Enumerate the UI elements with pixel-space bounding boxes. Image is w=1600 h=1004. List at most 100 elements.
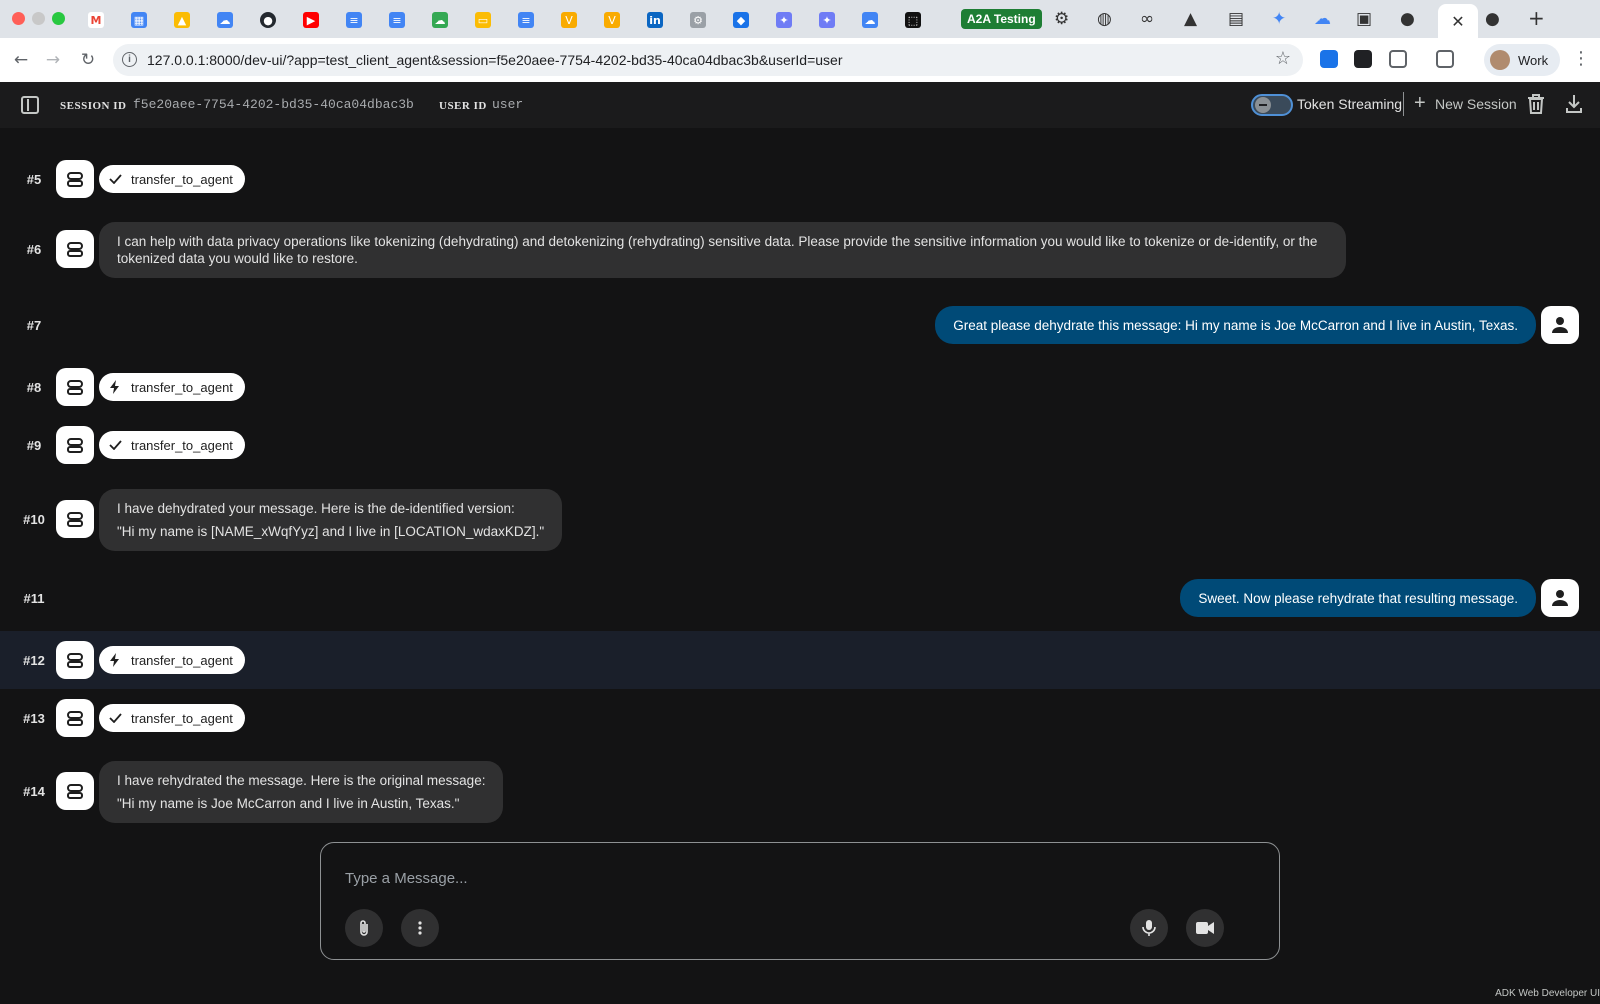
bot-icon — [67, 438, 83, 453]
agent-tab-icon[interactable]: ⚙ — [1054, 9, 1069, 29]
new-session-button[interactable]: New Session — [1435, 96, 1517, 112]
back-button[interactable]: ← — [9, 48, 33, 72]
bolt-icon — [108, 653, 122, 667]
github-tab-icon[interactable]: ● — [1485, 9, 1500, 29]
extension-md-icon[interactable] — [1354, 50, 1372, 68]
check-icon — [108, 172, 122, 186]
browser-toolbar: ← → ↻ i 127.0.0.1:8000/dev-ui/?app=test_… — [0, 38, 1600, 82]
store-tab-icon[interactable]: ▤ — [1228, 9, 1244, 29]
docs-tab-icon[interactable]: ≡ — [389, 12, 405, 28]
plus-icon[interactable]: + — [1414, 92, 1426, 115]
extension-gear-icon[interactable] — [1320, 50, 1338, 68]
new-tab-button[interactable]: + — [1528, 6, 1545, 30]
more-vert-icon — [418, 921, 422, 935]
chip-label: transfer_to_agent — [131, 652, 233, 668]
check-icon — [108, 711, 122, 725]
calendar-tab-icon[interactable]: ▦ — [131, 12, 147, 28]
globe-tab-icon[interactable]: ◍ — [1097, 9, 1112, 29]
function-call-chip[interactable]: transfer_to_agent — [99, 373, 245, 401]
slides-tab-icon[interactable]: ▭ — [475, 12, 491, 28]
bot-avatar — [56, 772, 94, 810]
cloud-tab-icon[interactable]: ☁ — [1314, 9, 1331, 29]
person-icon — [1552, 317, 1568, 333]
vertex-tab-icon[interactable]: V — [561, 12, 577, 28]
address-bar[interactable]: i 127.0.0.1:8000/dev-ui/?app=test_client… — [113, 44, 1303, 76]
bot-message-bubble: I have rehydrated the message. Here is t… — [99, 761, 504, 823]
video-button[interactable] — [1186, 909, 1224, 947]
terminal-tab-icon[interactable]: ⬚ — [905, 12, 921, 28]
function-call-chip[interactable]: transfer_to_agent — [99, 646, 245, 674]
agent-tab-icon[interactable]: ⚙ — [690, 12, 706, 28]
shield-tab-icon[interactable]: ◆ — [733, 12, 749, 28]
github-tab-icon[interactable]: ● — [260, 12, 276, 28]
cloud-tab-icon[interactable]: ☁ — [862, 12, 878, 28]
message-row: #10 I have dehydrated your message. Here… — [0, 488, 1600, 552]
tab-active-close[interactable]: ✕ — [1438, 4, 1478, 38]
bot-avatar — [56, 368, 94, 406]
microphone-button[interactable] — [1130, 909, 1168, 947]
bot-icon — [67, 784, 83, 799]
download-icon[interactable] — [1565, 94, 1583, 114]
message-row: #9 transfer_to_agent — [0, 424, 1600, 482]
more-options-button[interactable] — [401, 909, 439, 947]
window-close-button[interactable] — [12, 12, 25, 25]
cloud-tab-icon[interactable]: ☁ — [217, 12, 233, 28]
linkedin-tab-icon[interactable]: in — [647, 12, 663, 28]
message-number: #14 — [23, 784, 45, 799]
gemini-tab-icon[interactable]: ✦ — [1272, 9, 1286, 29]
message-row: #11 Sweet. Now please rehydrate that res… — [0, 576, 1600, 622]
profile-button[interactable]: Work — [1484, 44, 1560, 76]
app-header: SESSION ID f5e20aee-7754-4202-bd35-40ca0… — [0, 82, 1600, 128]
bot-message-bubble: I can help with data privacy operations … — [99, 222, 1346, 278]
sidebar-toggle-icon[interactable] — [21, 96, 39, 114]
delete-icon[interactable] — [1527, 94, 1545, 114]
token-streaming-toggle[interactable] — [1251, 94, 1293, 116]
user-avatar — [1541, 579, 1579, 617]
tab-a2a-testing[interactable]: A2A Testing — [961, 9, 1042, 29]
window-maximize-button[interactable] — [52, 12, 65, 25]
message-input[interactable] — [345, 867, 1045, 889]
reload-button[interactable]: ↻ — [76, 48, 100, 72]
tab-favicons: M ▦ ▲ ☁ ● ▶ ≡ ≡ ☁ ▭ ≡ V V in ⚙ ◆ ✦ ✦ ☁ ⬚ — [88, 9, 948, 31]
function-response-chip[interactable]: transfer_to_agent — [99, 704, 245, 732]
paperclip-icon — [360, 920, 368, 936]
attach-button[interactable] — [345, 909, 383, 947]
bolt-icon — [108, 380, 122, 394]
forward-button[interactable]: → — [41, 48, 65, 72]
drive-tab-icon[interactable]: ▲ — [174, 12, 190, 28]
s-tab-icon[interactable]: ▣ — [1356, 9, 1372, 29]
message-number: #8 — [26, 380, 42, 395]
chip-label: transfer_to_agent — [131, 171, 233, 187]
glasses-tab-icon[interactable]: ∞ — [1140, 9, 1154, 29]
docs-tab-icon[interactable]: ≡ — [518, 12, 534, 28]
github-tab-icon[interactable]: ● — [1400, 9, 1415, 29]
triangle-tab-icon[interactable]: ▲ — [1184, 9, 1197, 29]
message-line: I can help with data privacy operations … — [117, 234, 1318, 249]
agent-tab-icon[interactable]: ✦ — [776, 12, 792, 28]
bot-icon — [67, 242, 83, 257]
cloud-tab-icon[interactable]: ☁ — [432, 12, 448, 28]
window-minimize-button[interactable] — [32, 12, 45, 25]
chip-label: transfer_to_agent — [131, 437, 233, 453]
site-info-icon[interactable]: i — [122, 52, 137, 67]
docs-tab-icon[interactable]: ≡ — [346, 12, 362, 28]
bookmark-star-icon[interactable]: ☆ — [1275, 48, 1291, 69]
vertex-tab-icon[interactable]: V — [604, 12, 620, 28]
message-row-selected[interactable]: #12 transfer_to_agent — [0, 631, 1600, 689]
function-response-chip[interactable]: transfer_to_agent — [99, 431, 245, 459]
gmail-tab-icon[interactable]: M — [88, 12, 104, 28]
tab-search-icon[interactable] — [1436, 50, 1454, 68]
chip-label: transfer_to_agent — [131, 710, 233, 726]
url-text[interactable]: 127.0.0.1:8000/dev-ui/?app=test_client_a… — [147, 52, 842, 68]
agent-tab-icon[interactable]: ✦ — [819, 12, 835, 28]
session-id-value: f5e20aee-7754-4202-bd35-40ca04dbac3b — [133, 97, 414, 112]
message-number: #7 — [26, 318, 42, 333]
message-row: #6 I can help with data privacy operatio… — [0, 220, 1600, 280]
bot-avatar — [56, 160, 94, 198]
session-id-label: SESSION ID — [60, 100, 127, 112]
function-response-chip[interactable]: transfer_to_agent — [99, 165, 245, 193]
youtube-tab-icon[interactable]: ▶ — [303, 12, 319, 28]
browser-menu-icon[interactable]: ⋮ — [1572, 48, 1590, 69]
message-row: #7 Great please dehydrate this message: … — [0, 302, 1600, 348]
extensions-puzzle-icon[interactable] — [1389, 50, 1407, 68]
